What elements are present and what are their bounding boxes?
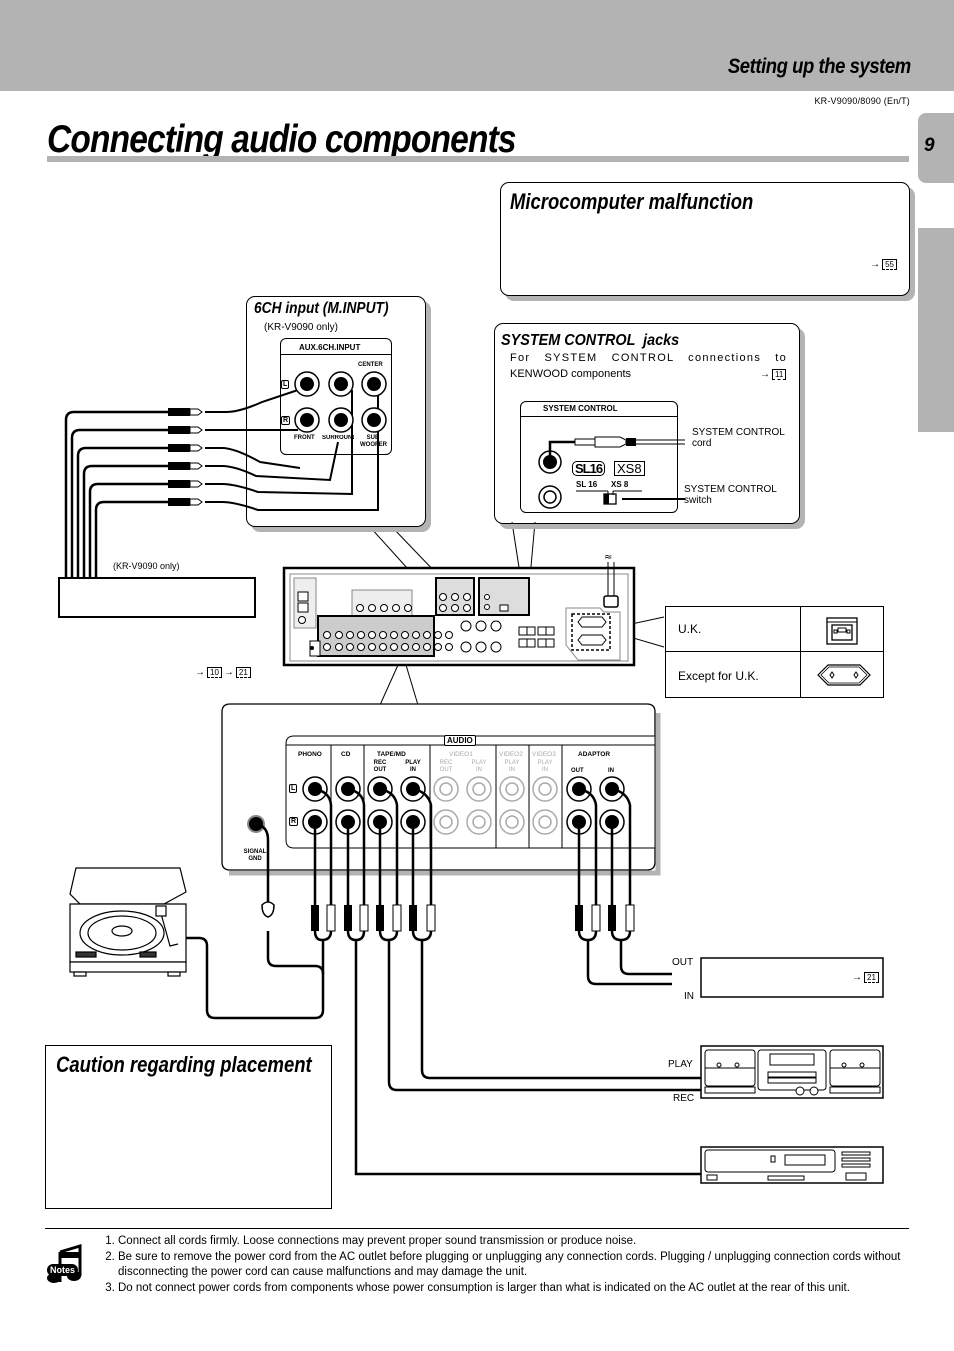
arrow-icon: → bbox=[195, 667, 205, 678]
cd-player-illustration bbox=[700, 1146, 884, 1184]
six-ch-input-subtitle: (KR-V9090 only) bbox=[264, 322, 338, 333]
six-ch-input-title: 6CH input (M.INPUT) bbox=[254, 300, 389, 317]
audio-group-label: AUDIO bbox=[444, 735, 476, 746]
system-control-desc-2: KENWOOD components bbox=[510, 368, 632, 380]
phono-label: PHONO bbox=[298, 751, 322, 758]
switch-label-line2: switch bbox=[684, 495, 712, 506]
receiver-rear-panel: ≈ bbox=[282, 552, 636, 667]
system-control-cord-label: SYSTEM CONTROL cord bbox=[692, 427, 785, 449]
table-divider bbox=[666, 651, 883, 652]
arrow-icon: → bbox=[852, 972, 862, 983]
switch-sl16-label: SL 16 bbox=[576, 480, 598, 489]
audio-right-badge: R bbox=[289, 817, 299, 826]
video3-label: VIDEO3 bbox=[532, 751, 556, 758]
panel-divider bbox=[280, 354, 391, 355]
arrow-icon: → bbox=[223, 667, 234, 678]
cord-label-line1: SYSTEM CONTROL bbox=[692, 427, 785, 438]
system-control-switch-label: SYSTEM CONTROL switch bbox=[684, 484, 777, 506]
cord-label-line2: cord bbox=[692, 438, 712, 449]
video3-play-in-label: PLAY IN bbox=[537, 760, 553, 773]
book-icon: 11 bbox=[772, 369, 787, 380]
table-divider bbox=[800, 607, 801, 697]
six-ch-cable-bundle bbox=[64, 410, 168, 578]
note-item: Connect all cords firmly. Loose connecti… bbox=[118, 1234, 913, 1250]
signal-gnd-line2: GND bbox=[248, 856, 262, 862]
video2-label: VIDEO2 bbox=[499, 751, 523, 758]
tape-md-label: TAPE/MD bbox=[377, 751, 406, 758]
caution-placement-title: Caution regarding placement bbox=[56, 1052, 312, 1077]
outlet-label-uk: U.K. bbox=[678, 622, 702, 636]
adaptor-in-label: IN bbox=[608, 768, 614, 774]
page-reference[interactable]: → 21 bbox=[852, 972, 879, 983]
system-control-title: SYSTEM CONTROL jacks bbox=[501, 332, 680, 349]
svg-text:≈: ≈ bbox=[604, 552, 612, 563]
video2-play-in-label: PLAY IN bbox=[504, 760, 520, 773]
arrow-icon: → bbox=[760, 369, 770, 380]
video1-label: VIDEO1 bbox=[449, 751, 473, 758]
right-badge: R bbox=[281, 416, 291, 425]
book-icon: 21 bbox=[864, 972, 879, 983]
outlet-label-except-uk: Except for U.K. bbox=[678, 669, 759, 683]
book-icon: 21 bbox=[235, 667, 251, 678]
tape-play-cable-label: PLAY bbox=[668, 1059, 693, 1070]
switch-xs8-label: XS 8 bbox=[611, 480, 629, 489]
subwoofer-label: SUB WOOFER bbox=[360, 435, 387, 448]
left-badge: L bbox=[281, 380, 290, 389]
signal-gnd-label: SIGNAL GND bbox=[241, 849, 269, 863]
note-item: Do not connect power cords from componen… bbox=[118, 1281, 913, 1297]
book-icon: 10 bbox=[207, 667, 222, 678]
adaptor-label: ADAPTOR bbox=[578, 751, 611, 758]
caution-placement-box: Caution regarding placement bbox=[45, 1045, 332, 1209]
uk-outlet-icon bbox=[826, 617, 858, 645]
video1-play-in-label: PLAY IN bbox=[471, 760, 487, 773]
note-item: Be sure to remove the power cord from th… bbox=[118, 1250, 913, 1281]
notes-icon-label: Notes bbox=[50, 1265, 76, 1275]
rca-plugs-bottom bbox=[261, 901, 635, 932]
system-control-desc-1: For SYSTEM CONTROL connections to bbox=[510, 352, 787, 364]
left-device-note: (KR-V9090 only) bbox=[113, 561, 180, 571]
adaptor-in-cable-label: IN bbox=[684, 991, 694, 1002]
notes-icon: Notes bbox=[47, 1264, 79, 1276]
notes-divider bbox=[45, 1228, 909, 1230]
left-device-references[interactable]: → 10 → 21 bbox=[195, 667, 251, 678]
video1-rec-out-label: REC OUT bbox=[439, 760, 453, 773]
turntable-illustration bbox=[69, 867, 187, 977]
rca-plugs-left bbox=[168, 408, 203, 506]
six-ch-input-box: 6CH input (M.INPUT) (KR-V9090 only) AUX.… bbox=[246, 296, 426, 527]
cd-label: CD bbox=[341, 751, 351, 758]
euro-outlet-icon bbox=[817, 664, 871, 686]
tape-deck-illustration bbox=[700, 1045, 884, 1099]
switch-label-line1: SYSTEM CONTROL bbox=[684, 484, 777, 495]
xs8-logo: XS8 bbox=[614, 461, 645, 476]
signal-gnd-line1: SIGNAL bbox=[243, 849, 267, 855]
aux-6ch-panel-label: AUX.6CH.INPUT bbox=[299, 343, 361, 352]
page-reference[interactable]: → 11 bbox=[760, 369, 787, 380]
adaptor-out-label: OUT bbox=[571, 768, 584, 774]
sl16-logo: SL16 bbox=[572, 461, 606, 476]
system-control-panel-label: SYSTEM CONTROL bbox=[543, 404, 618, 413]
power-outlet-table: U.K. Except for U.K. bbox=[665, 606, 884, 698]
multichannel-device-box bbox=[58, 577, 256, 618]
tape-rec-out-label: REC OUT bbox=[373, 760, 387, 773]
tape-play-in-label: PLAY IN bbox=[405, 760, 421, 773]
surround-label: SURROUND bbox=[322, 435, 354, 441]
front-label: FRONT bbox=[294, 435, 315, 441]
tape-rec-cable-label: REC bbox=[673, 1093, 695, 1104]
adaptor-out-cable-label: OUT bbox=[672, 957, 694, 968]
system-control-box: SYSTEM CONTROL jacks For SYSTEM CONTROL … bbox=[494, 323, 800, 524]
notes-list: Connect all cords firmly. Loose connecti… bbox=[103, 1234, 913, 1296]
audio-left-badge: L bbox=[289, 784, 298, 793]
